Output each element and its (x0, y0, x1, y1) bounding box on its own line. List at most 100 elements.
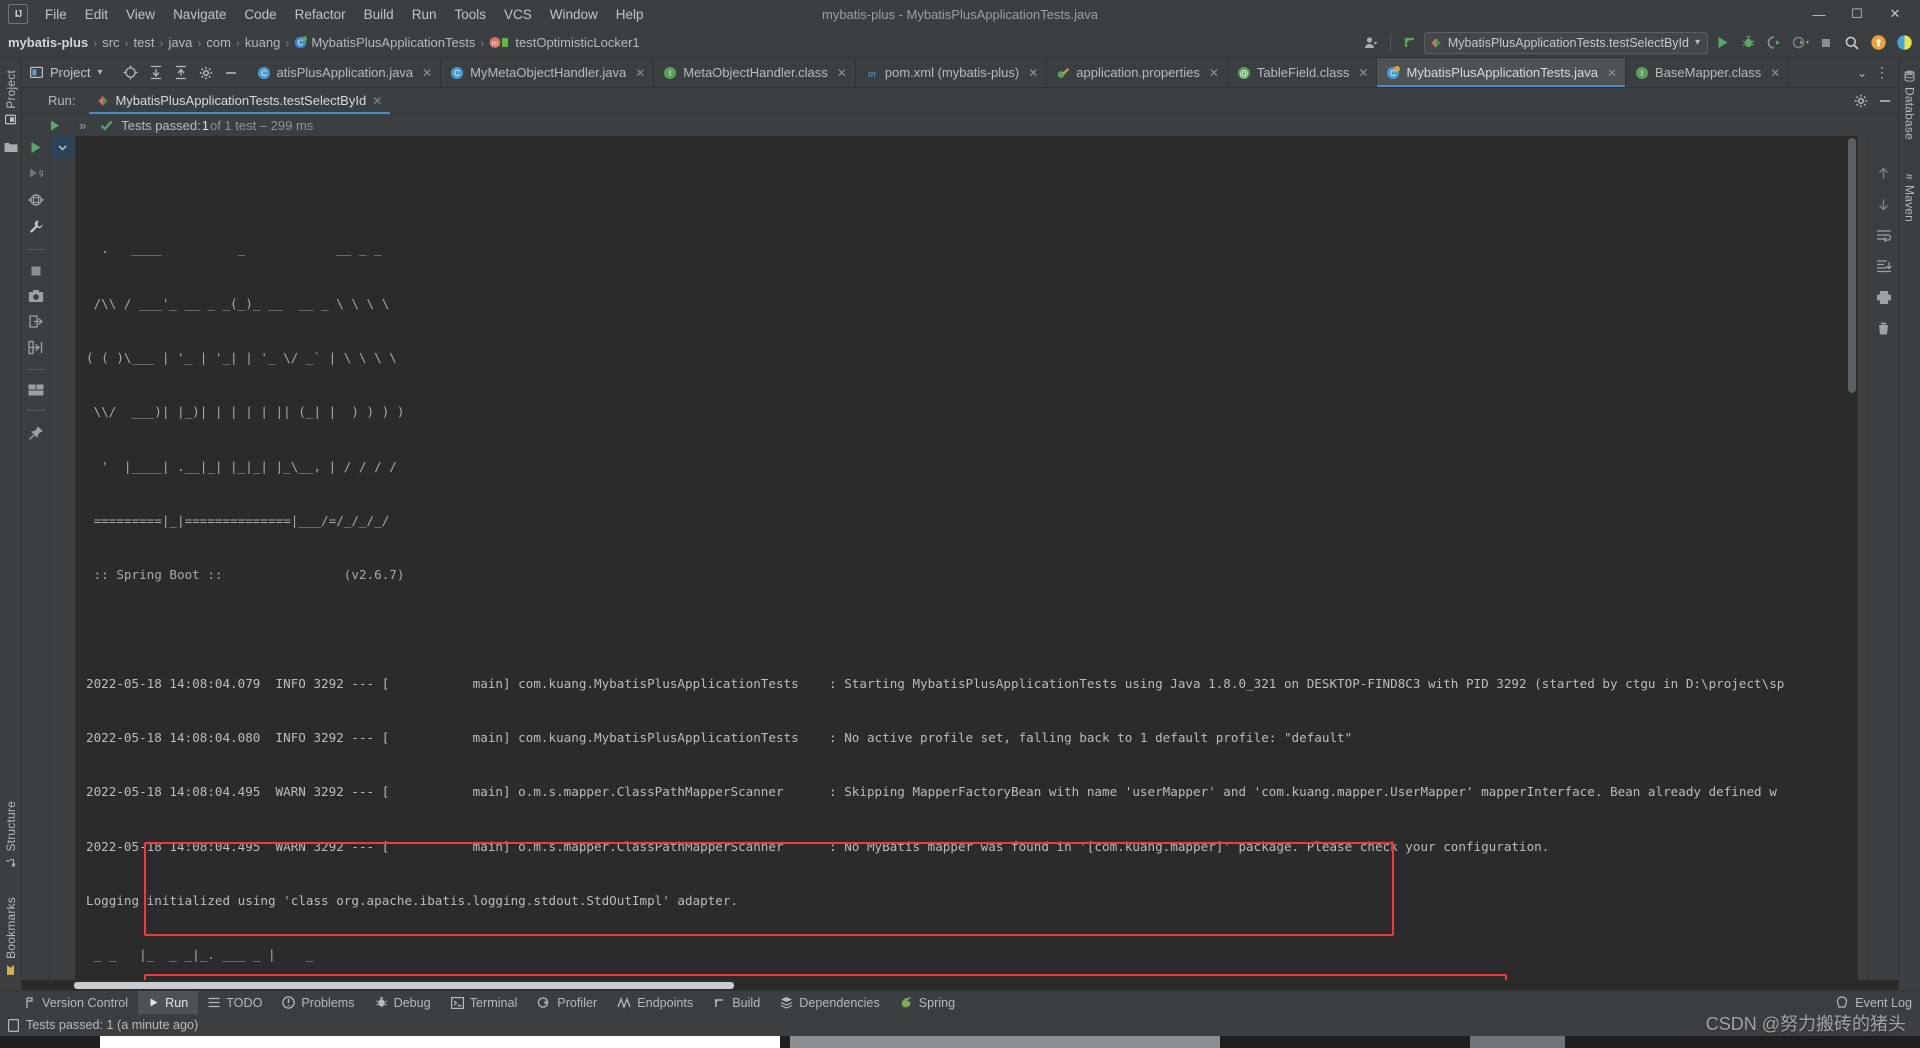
menu-window[interactable]: Window (541, 4, 607, 25)
close-icon[interactable]: ✕ (837, 66, 847, 80)
status-item-profiler[interactable]: Profiler (527, 991, 607, 1015)
down-icon[interactable] (1876, 197, 1891, 212)
maximize-button[interactable]: ☐ (1838, 1, 1876, 27)
scroll-to-end-icon[interactable] (1876, 259, 1892, 274)
locate-icon[interactable] (123, 65, 138, 80)
settings-icon[interactable] (1854, 94, 1868, 108)
editor-tab-basemapper[interactable]: I BaseMapper.class ✕ (1626, 58, 1790, 87)
scrollbar-thumb[interactable] (74, 982, 734, 989)
status-item-dependencies[interactable]: Dependencies (770, 991, 890, 1015)
close-icon[interactable]: ✕ (1607, 66, 1617, 80)
settings-icon[interactable] (199, 66, 213, 80)
update-project-icon[interactable] (1398, 31, 1422, 55)
rail-project-button[interactable]: Project (2, 64, 20, 131)
status-item-spring[interactable]: Spring (890, 991, 965, 1015)
run-with-coverage-button[interactable] (1762, 31, 1786, 55)
editor-tab-properties[interactable]: application.properties ✕ (1047, 58, 1228, 87)
menu-code[interactable]: Code (235, 4, 285, 25)
user-avatar-icon[interactable] (1359, 31, 1383, 55)
close-icon[interactable]: ✕ (635, 66, 645, 80)
breadcrumb-item-java[interactable]: java (169, 35, 193, 50)
export-icon[interactable] (28, 314, 44, 329)
stop-button[interactable] (1814, 31, 1838, 55)
editor-tab-metaobjecthandler[interactable]: I MetaObjectHandler.class ✕ (654, 58, 856, 87)
rerun-icon[interactable] (28, 140, 43, 155)
breadcrumb-item-project[interactable]: mybatis-plus (8, 35, 88, 50)
status-item-terminal[interactable]: Terminal (441, 991, 528, 1015)
close-icon[interactable]: ✕ (1770, 66, 1780, 80)
more-options-icon[interactable]: ⋮ (1875, 64, 1890, 81)
breadcrumb-item-method[interactable]: m testOptimisticLocker1 (489, 35, 640, 50)
notifications-icon[interactable] (1866, 31, 1890, 55)
editor-tab-pom[interactable]: m pom.xml (mybatis-plus) ✕ (856, 58, 1048, 87)
stop-icon[interactable] (29, 264, 43, 278)
menu-vcs[interactable]: VCS (495, 4, 541, 25)
close-button[interactable]: ✕ (1876, 1, 1914, 27)
chevron-down-icon[interactable]: ⌄ (1857, 66, 1867, 80)
menu-view[interactable]: View (117, 4, 164, 25)
project-tool-window-button[interactable]: Project ▾ (22, 58, 113, 87)
menu-help[interactable]: Help (607, 4, 653, 25)
status-item-version-control[interactable]: Version Control (14, 991, 138, 1015)
print-icon[interactable] (1876, 290, 1892, 305)
rail-maven-button[interactable]: m Maven (1901, 162, 1919, 228)
close-icon[interactable]: ✕ (422, 66, 432, 80)
taskbar-window-segment[interactable] (1470, 1036, 1565, 1048)
collapse-all-icon[interactable] (174, 65, 188, 80)
breadcrumb-item-src[interactable]: src (102, 35, 119, 50)
status-item-todo[interactable]: TODO (198, 991, 272, 1015)
import-icon[interactable] (27, 340, 44, 355)
folder-icon[interactable] (4, 141, 18, 153)
editor-tab-application[interactable]: C atisPlusApplication.java ✕ (248, 58, 442, 87)
run-configuration-selector[interactable]: MybatisPlusApplicationTests.testSelectBy… (1423, 31, 1708, 54)
rail-database-button[interactable]: Database (1901, 64, 1919, 146)
pin-icon[interactable] (28, 425, 44, 441)
search-everywhere-icon[interactable] (1840, 31, 1864, 55)
status-item-run[interactable]: Run (138, 990, 199, 1015)
console-horizontal-scrollbar[interactable] (22, 980, 1898, 990)
status-item-build[interactable]: Build (703, 991, 770, 1015)
scrollbar-thumb[interactable] (1848, 138, 1856, 393)
breadcrumb-item-kuang[interactable]: kuang (245, 35, 280, 50)
status-item-endpoints[interactable]: Endpoints (607, 991, 703, 1015)
expand-tests-tree-button[interactable] (51, 136, 74, 158)
run-button[interactable] (1710, 31, 1734, 55)
breadcrumb-item-class[interactable]: C MybatisPlusApplicationTests (294, 35, 475, 50)
close-icon[interactable]: ✕ (1028, 66, 1038, 80)
close-icon[interactable]: ✕ (372, 94, 382, 108)
rail-bookmarks-button[interactable]: Bookmarks (2, 891, 20, 982)
taskbar-window-segment[interactable] (100, 1036, 780, 1048)
rerun-icon[interactable] (48, 119, 61, 132)
console-output[interactable]: . ____ _ __ _ _ /\\ / ___'_ __ _ _(_)_ _… (76, 136, 1857, 980)
menu-build[interactable]: Build (355, 4, 403, 25)
event-log-label[interactable]: Event Log (1855, 996, 1912, 1010)
taskbar-window-segment[interactable] (790, 1036, 1220, 1048)
menu-edit[interactable]: Edit (76, 4, 117, 25)
profiler-button[interactable] (1788, 31, 1812, 55)
editor-tab-tablefield[interactable]: @ TableField.class ✕ (1228, 58, 1378, 87)
hide-icon[interactable] (224, 66, 238, 80)
status-item-problems[interactable]: Problems (272, 991, 364, 1015)
menu-file[interactable]: File (36, 4, 76, 25)
menu-refactor[interactable]: Refactor (286, 4, 355, 25)
expand-all-icon[interactable] (149, 65, 163, 80)
soft-wrap-icon[interactable] (1876, 228, 1892, 243)
breadcrumb-item-com[interactable]: com (206, 35, 231, 50)
minimize-button[interactable]: — (1800, 1, 1838, 27)
menu-tools[interactable]: Tools (445, 4, 495, 25)
clear-all-icon[interactable] (1876, 321, 1891, 336)
debug-button[interactable] (1736, 31, 1760, 55)
editor-tab-mybatisplusapplicationtests[interactable]: C MybatisPlusApplicationTests.java ✕ (1377, 58, 1627, 87)
editor-tab-mymetaobjecthandler[interactable]: C MyMetaObjectHandler.java ✕ (441, 58, 655, 87)
expand-icon[interactable]: » (79, 118, 86, 133)
run-tab[interactable]: MybatisPlusApplicationTests.testSelectBy… (89, 88, 391, 114)
minimize-icon[interactable] (1878, 94, 1892, 108)
menu-navigate[interactable]: Navigate (164, 4, 235, 25)
rerun-automatically-icon[interactable] (27, 192, 44, 208)
status-item-debug[interactable]: Debug (365, 991, 441, 1015)
screenshot-icon[interactable] (28, 289, 44, 303)
rerun-failed-tests-icon[interactable]: 9 (28, 166, 43, 181)
up-icon[interactable] (1876, 166, 1891, 181)
console-vertical-scrollbar[interactable] (1847, 136, 1857, 980)
menu-run[interactable]: Run (403, 4, 446, 25)
